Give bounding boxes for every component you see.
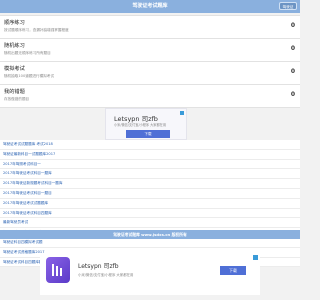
ad-badge-icon [253, 255, 258, 260]
menu-item-count: 0 [290, 45, 295, 52]
ad-download-button[interactable]: 下载 [220, 266, 246, 275]
ad-download-button[interactable]: 下载 [126, 130, 170, 138]
ad-banner-bottom[interactable]: Letsypn 司zfb 小米/微信/支付宝/小程序 大家都在用 下载 [40, 253, 260, 295]
menu-item-count: 0 [290, 68, 295, 75]
article-links: 驾驶证考试试题题库 考试2018 驾驶证最新科目一试题题库2017 2017年驾… [0, 140, 300, 268]
ad-banner-top[interactable]: Letsypn 司zfb 小米/微信/支付宝/小程序 大家都在用 下载 [105, 108, 187, 140]
article-link[interactable]: 2017年驾驶证考试科目一题库 [0, 169, 300, 180]
header-button[interactable]: 驾驶证 [279, 2, 297, 10]
menu-item-sequential[interactable]: 顺序练习 按试题顺序练习，查漏补缺增强掌握程度 0 [0, 16, 300, 39]
practice-menu: 顺序练习 按试题顺序练习，查漏补缺增强掌握程度 0 随机练习 随机出题无顺序练习… [0, 15, 300, 108]
ad-badge-icon [180, 111, 184, 115]
menu-item-desc: 随机抽取100道题进行模拟考试 [4, 74, 54, 78]
top-bar: 驾驶证考试题库 驾驶证 [0, 0, 300, 13]
page-title: 驾驶证考试题库 [132, 3, 168, 9]
menu-item-random[interactable]: 随机练习 随机出题无顺序练习所有题目 0 [0, 39, 300, 62]
article-link[interactable]: 2017年驾照考试科目一 [0, 160, 300, 170]
menu-item-title: 随机练习 [4, 43, 25, 49]
app-logo-icon [46, 257, 70, 283]
article-link[interactable]: 最新驾驶员考试 [0, 218, 300, 229]
menu-item-desc: 按试题顺序练习，查漏补缺增强掌握程度 [4, 28, 69, 32]
ad-subtitle: 小米/微信/支付宝/小程序 大家都在用 [78, 273, 134, 277]
menu-item-count: 0 [290, 22, 295, 29]
menu-item-title: 我的错题 [4, 89, 25, 95]
menu-item-title: 顺序练习 [4, 20, 25, 26]
article-link[interactable]: 驾驶证科目四模拟考试题 [0, 238, 300, 248]
article-link[interactable]: 2017年驾驶证考试试题题库 [0, 199, 300, 209]
article-link[interactable]: 2017年驾驶证考试科目一题目 [0, 189, 300, 199]
menu-item-count: 0 [290, 91, 295, 98]
article-link[interactable]: 2017年驾驶证考试科目四题库 [0, 209, 300, 219]
menu-item-mock-exam[interactable]: 模拟考试 随机抽取100道题进行模拟考试 0 [0, 62, 300, 85]
ad-subtitle: 小米/微信/支付宝/小程序 大家都在用 [114, 123, 167, 127]
menu-item-desc: 随机出题无顺序练习所有题目 [4, 51, 51, 55]
article-link[interactable]: 驾驶证最新科目一试题题库2017 [0, 150, 300, 160]
footer-text: 驾驶证考试题库 www.jsdxs.cn 版权所有 [113, 232, 187, 237]
menu-item-title: 模拟考试 [4, 66, 25, 72]
ad-title: Letsypn 司zfb [78, 263, 119, 270]
menu-item-desc: 存放做错的题目 [4, 97, 30, 101]
footer-bar: 驾驶证考试题库 www.jsdxs.cn 版权所有 [0, 230, 300, 239]
article-link[interactable]: 2017年驾驶证新规题考试科目一题库 [0, 179, 300, 189]
article-link[interactable]: 驾驶证考试试题题库 考试2018 [0, 140, 300, 150]
menu-item-wrong-answers[interactable]: 我的错题 存放做错的题目 0 [0, 85, 300, 108]
